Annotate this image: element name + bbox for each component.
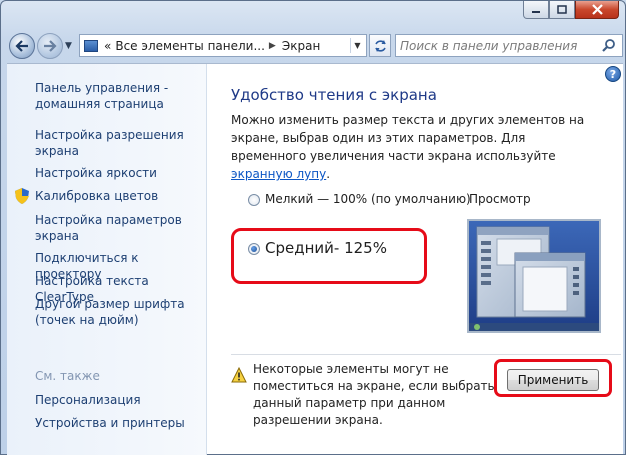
- address-bar[interactable]: « Все элементы панели... ▶ Экран ▼: [79, 34, 367, 57]
- maximize-icon: [557, 4, 567, 14]
- sidebar-item-calibrate-colors[interactable]: Калибровка цветов: [35, 188, 203, 204]
- help-button[interactable]: ?: [605, 66, 621, 82]
- sidebar-item-brightness[interactable]: Настройка яркости: [35, 165, 203, 181]
- breadcrumb-separator-icon[interactable]: ▶: [269, 41, 276, 51]
- see-also-heading: См. также: [35, 369, 100, 383]
- back-arrow-icon: [15, 40, 28, 52]
- close-button[interactable]: [575, 1, 619, 19]
- back-button[interactable]: [9, 33, 35, 59]
- sidebar-item-personalization[interactable]: Персонализация: [35, 392, 203, 408]
- navigation-bar: ▼ « Все элементы панели... ▶ Экран ▼: [7, 31, 623, 61]
- magnifier-link[interactable]: экранную лупу: [231, 167, 326, 181]
- help-icon: ?: [609, 67, 617, 81]
- breadcrumb-current[interactable]: Экран: [282, 39, 320, 53]
- caption-buttons: [523, 1, 619, 21]
- shield-icon: [15, 188, 29, 204]
- control-panel-icon: [84, 39, 98, 52]
- sidebar-item-dpi[interactable]: Другой размер шрифта (точек на дюйм): [35, 296, 203, 328]
- option-small[interactable]: Мелкий — 100% (по умолчанию): [248, 192, 471, 206]
- preview-label: Просмотр: [469, 192, 531, 206]
- sidebar-item-home[interactable]: Панель управления - домашняя страница: [35, 80, 203, 112]
- sidebar-item-devices-printers[interactable]: Устройства и принтеры: [35, 415, 203, 431]
- separator: [231, 354, 621, 355]
- main-panel: ? Удобство чтения с экрана Можно изменит…: [207, 64, 623, 455]
- forward-arrow-icon: [44, 40, 57, 52]
- history-dropdown-icon[interactable]: ▼: [65, 41, 72, 51]
- option-small-label: Мелкий — 100% (по умолчанию): [265, 192, 471, 206]
- sidebar: Панель управления - домашняя страница На…: [7, 64, 207, 455]
- warning-icon: [231, 367, 247, 383]
- breadcrumb-overflow-icon[interactable]: «: [104, 39, 111, 53]
- refresh-button[interactable]: [369, 34, 391, 57]
- address-dropdown-icon[interactable]: ▼: [350, 38, 364, 53]
- maximize-button[interactable]: [549, 1, 575, 19]
- page-description: Можно изменить размер текста и других эл…: [231, 111, 599, 183]
- breadcrumb-all-items[interactable]: Все элементы панели...: [115, 39, 265, 53]
- description-text: Можно изменить размер текста и других эл…: [231, 113, 585, 163]
- search-box[interactable]: [395, 34, 623, 57]
- preview-image: [467, 219, 601, 333]
- radio-small[interactable]: [248, 194, 260, 206]
- warning-text: Некоторые элементы могут не поместиться …: [253, 362, 495, 427]
- refresh-icon: [375, 39, 386, 52]
- description-end: .: [326, 167, 331, 181]
- sidebar-item-resolution[interactable]: Настройка разрешения экрана: [35, 127, 203, 159]
- close-icon: [591, 4, 603, 15]
- minimize-button[interactable]: [523, 1, 549, 19]
- page-title: Удобство чтения с экрана: [231, 86, 437, 104]
- search-input[interactable]: [400, 37, 600, 54]
- window: ▼ « Все элементы панели... ▶ Экран ▼ Пан…: [0, 0, 626, 455]
- highlight-frame-apply: [494, 359, 612, 397]
- content-area: Панель управления - домашняя страница На…: [7, 63, 623, 455]
- highlight-frame-option: [231, 228, 427, 284]
- search-icon[interactable]: [602, 38, 616, 52]
- sidebar-item-display-settings[interactable]: Настройка параметров экрана: [35, 212, 203, 244]
- forward-button[interactable]: [37, 33, 63, 59]
- minimize-icon: [532, 10, 540, 13]
